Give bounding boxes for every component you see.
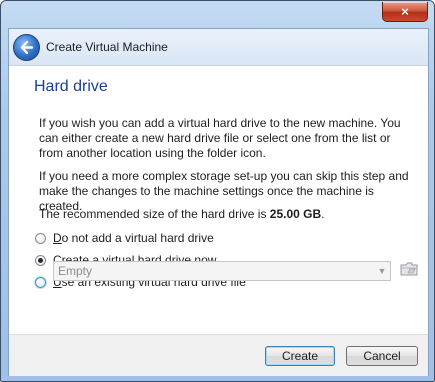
create-button[interactable]: Create [265,346,335,366]
close-icon: × [401,4,409,19]
existing-drive-select[interactable]: Empty ▼ [53,261,391,281]
wizard-header: Create Virtual Machine [9,29,428,66]
dialog-client-area: Create Virtual Machine Hard drive If you… [8,28,429,376]
option-no-drive[interactable]: Do not add a virtual hard drive [35,230,214,246]
recommended-suffix: . [321,207,325,221]
option-no-drive-label: Do not add a virtual hard drive [53,231,214,245]
choose-file-button[interactable] [399,259,419,279]
existing-drive-select-value: Empty [58,264,93,278]
intro-paragraph: If you wish you can add a virtual hard d… [39,116,401,160]
recommended-size-text: The recommended size of the hard drive i… [39,207,415,222]
close-button[interactable]: × [382,2,428,22]
recommended-prefix: The recommended size of the hard drive i… [39,207,270,221]
radio-no-drive[interactable] [35,232,46,244]
wizard-page: Hard drive If you wish you can add a vir… [9,66,428,334]
radio-existing-drive[interactable] [35,276,46,288]
back-button[interactable] [13,34,40,61]
folder-icon [400,262,418,276]
recommended-size-value: 25.00 GB [269,207,322,221]
window-title: Create Virtual Machine [46,40,168,54]
radio-create-drive[interactable] [35,254,46,266]
page-title: Hard drive [34,78,108,95]
chevron-down-icon: ▼ [377,266,387,276]
window-frame: × Create Virtual Machine Hard drive If y… [0,0,435,382]
dialog-footer: Create Cancel [9,334,428,376]
back-arrow-icon [20,40,34,55]
cancel-button[interactable]: Cancel [346,346,418,366]
